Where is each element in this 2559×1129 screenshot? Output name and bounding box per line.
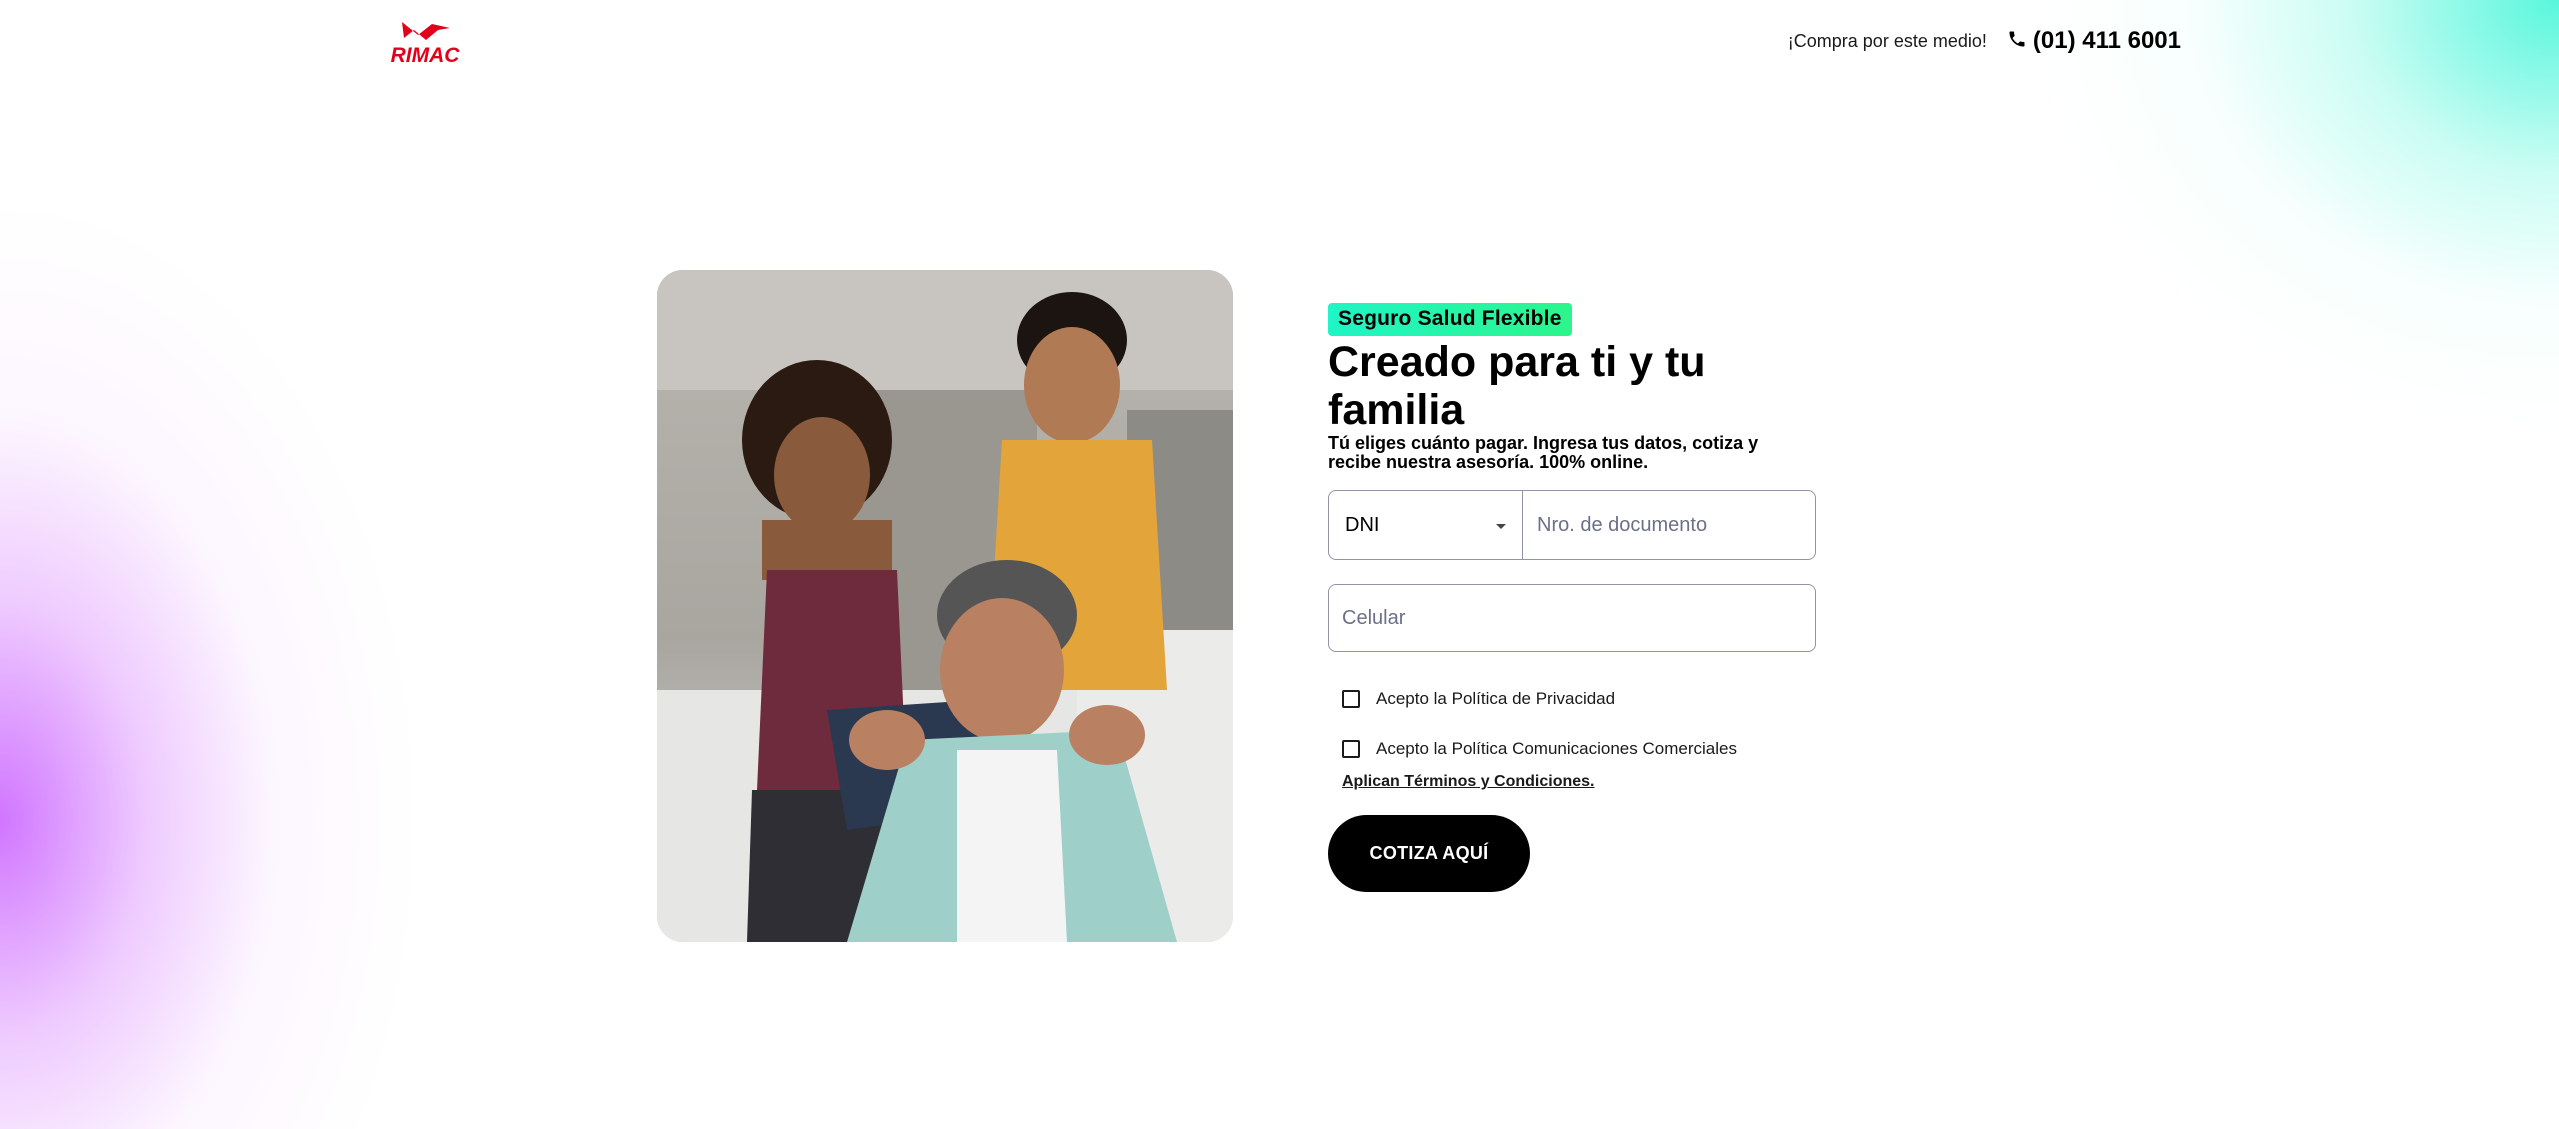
terms-link[interactable]: Aplican Términos y Condiciones.	[1342, 773, 1595, 791]
document-field-group: DNI Nro. de documento	[1328, 490, 1816, 560]
privacy-label: Acepto la Política de Privacidad	[1376, 689, 1616, 708]
svg-text:RIMAC: RIMAC	[391, 44, 461, 66]
phone-input-placeholder: Celular	[1342, 606, 1406, 629]
chevron-down-icon	[1494, 514, 1508, 537]
buy-channel-text: ¡Compra por este medio!	[1787, 30, 1987, 51]
page-title: Creado para ti y tu familia	[1328, 338, 1706, 434]
phone-icon	[2007, 29, 2027, 54]
comms-label: Acepto la Política Comunicaciones Comerc…	[1376, 739, 1737, 758]
comms-consent-row: Acepto la Política Comunicaciones Comerc…	[1342, 735, 1818, 763]
document-number-input[interactable]: Nro. de documento	[1523, 491, 1815, 559]
comms-checkbox[interactable]	[1342, 740, 1360, 758]
privacy-consent-row: Acepto la Política de Privacidad	[1342, 685, 1818, 713]
quote-button[interactable]: COTIZA AQUÍ	[1328, 815, 1530, 892]
family-photo	[657, 270, 1233, 942]
page-subtitle: Tú eliges cuánto pagar. Ingresa tus dato…	[1328, 433, 1759, 472]
phone-number[interactable]: (01) 411 6001	[2033, 27, 2181, 55]
document-number-placeholder: Nro. de documento	[1537, 513, 1708, 536]
page: RIMAC ¡Compra por este medio! (01) 411 6…	[0, 0, 2559, 1129]
product-badge: Seguro Salud Flexible	[1328, 303, 1572, 336]
document-type-select[interactable]: DNI	[1329, 491, 1523, 559]
header-contact: ¡Compra por este medio! (01) 411 6001	[1788, 22, 2181, 60]
phone-input[interactable]: Celular	[1328, 584, 1816, 652]
document-type-value: DNI	[1345, 513, 1380, 536]
privacy-checkbox[interactable]	[1342, 690, 1360, 708]
quote-form: Seguro Salud Flexible Creado para ti y t…	[1328, 303, 1818, 892]
phone-link[interactable]: (01) 411 6001	[2007, 27, 2181, 55]
rimac-logo[interactable]: RIMAC	[380, 18, 470, 66]
